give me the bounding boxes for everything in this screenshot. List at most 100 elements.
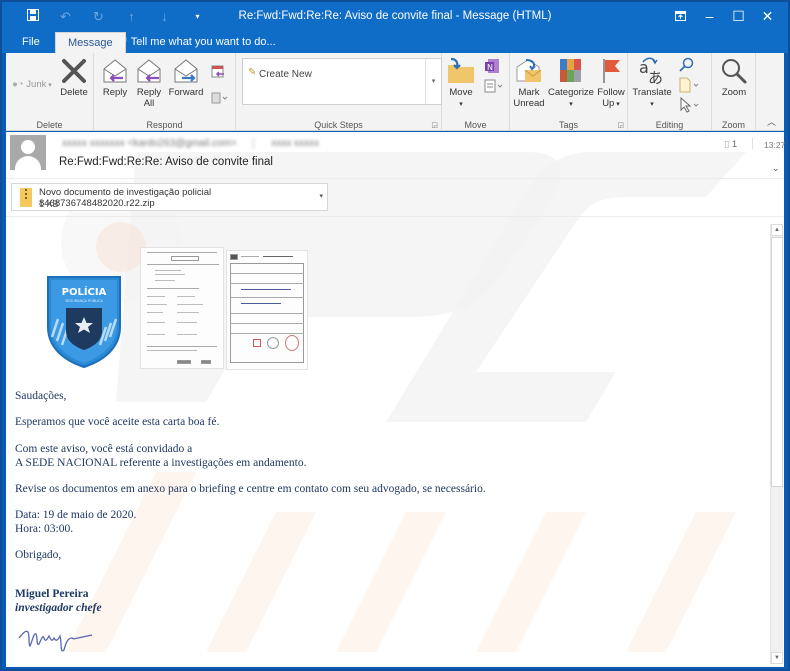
header-divider <box>6 178 784 179</box>
reply-button[interactable]: Reply <box>100 57 130 98</box>
paragraph-2-line-2: A SEDE NACIONAL referente a investigaçõe… <box>15 457 307 469</box>
collapse-ribbon-icon[interactable]: ︿ <box>767 115 776 128</box>
paperclip-icon: ▯ <box>724 139 730 150</box>
select-icon[interactable] <box>678 77 700 93</box>
forward-icon <box>174 59 198 83</box>
message-time: 13:27 <box>764 140 786 150</box>
attachment-count: ▯ 1 <box>724 139 738 150</box>
meeting-reply-icon[interactable] <box>211 65 225 79</box>
sender-line[interactable]: xxxxx xxxxxxx <kardo263@gmail.com> xxxx … <box>62 138 319 149</box>
junk-button[interactable]: ●◔ Junk ▾ <box>10 79 54 91</box>
reply-icon <box>103 59 127 83</box>
group-label-respond: Respond <box>146 120 183 130</box>
move-button[interactable]: Move ▾ <box>444 57 478 110</box>
cursor-icon[interactable] <box>678 97 700 113</box>
sender-email: <kardo263@gmail.com> <box>127 138 237 150</box>
attachment-menu-icon[interactable]: ▾ <box>319 192 323 200</box>
ribbon-display-options-icon[interactable] <box>666 6 695 26</box>
sender-name: xxxxx xxxxxxx <box>62 138 125 150</box>
mark-unread-button[interactable]: Mark Unread <box>512 57 546 109</box>
scroll-up-arrow-icon[interactable]: ▲ <box>771 224 783 236</box>
document-thumbnail-1 <box>140 247 224 369</box>
follow-up-button[interactable]: Follow Up ▾ <box>596 57 626 110</box>
quick-steps-gallery[interactable]: ✎ Create New ▾ <box>242 58 442 105</box>
paragraph-3: Revise os documentos em anexo para o bri… <box>15 483 486 495</box>
expand-header-icon[interactable]: ⌄ <box>772 163 780 174</box>
onenote-icon[interactable]: N <box>484 58 500 74</box>
police-badge-logo: POLÍCIA SEGURANÇA PÚBLICA <box>47 276 121 369</box>
document-thumbnail-2 <box>226 250 308 370</box>
zip-file-icon <box>20 188 32 207</box>
group-label-zoom: Zoom <box>721 120 745 130</box>
tags-launcher-icon[interactable]: ◲ <box>617 121 624 129</box>
junk-icon: ●◔ <box>12 79 24 90</box>
group-tags: Mark Unread Categorize ▾ Follow Up ▾ Tags… <box>510 53 628 131</box>
find-icon[interactable] <box>678 57 694 73</box>
signature-title: investigador chefe <box>15 602 102 614</box>
message-body: POLÍCIA SEGURANÇA PÚBLICA Saudações, Esp… <box>6 220 768 667</box>
avatar-head-icon <box>21 140 35 154</box>
forward-button[interactable]: Forward <box>168 57 204 98</box>
group-editing: aあ Translate ▾ Editing <box>628 53 712 131</box>
create-new-icon: ✎ <box>248 67 257 78</box>
categorize-icon <box>560 59 581 82</box>
more-respond-icon[interactable] <box>211 91 229 105</box>
translate-button[interactable]: aあ Translate ▾ <box>630 57 674 110</box>
tab-file[interactable]: File <box>10 32 52 53</box>
move-folder-icon <box>448 57 474 83</box>
group-delete: ●◔ Junk ▾ Delete Delete <box>6 53 94 131</box>
vertical-scrollbar[interactable]: ▲ ▼ <box>770 224 783 664</box>
svg-text:あ: あ <box>648 69 663 85</box>
svg-text:N: N <box>487 63 493 72</box>
handwritten-signature <box>18 630 93 652</box>
window-controls: – ☐ ✕ <box>666 6 782 26</box>
minimize-icon[interactable]: – <box>695 6 724 26</box>
reply-all-button[interactable]: Reply All <box>134 57 164 109</box>
scroll-down-arrow-icon[interactable]: ▼ <box>771 652 783 664</box>
logo-text: POLÍCIA <box>62 285 107 298</box>
quick-step-create-new[interactable]: Create New <box>259 69 312 80</box>
group-respond: Reply Reply All Forward Respond <box>94 53 236 131</box>
delete-button[interactable]: Delete <box>56 57 92 98</box>
categorize-button[interactable]: Categorize ▾ <box>548 57 594 110</box>
attachment-item[interactable]: Novo documento de investigação policial … <box>11 183 328 211</box>
sender-avatar <box>10 135 46 170</box>
mark-unread-icon <box>516 59 542 82</box>
quick-steps-launcher-icon[interactable]: ◲ <box>431 121 438 129</box>
delete-x-icon <box>62 59 86 83</box>
maximize-icon[interactable]: ☐ <box>724 6 753 26</box>
recipient: xxxx xxxxx <box>271 138 320 150</box>
greeting: Saudações, <box>15 390 67 402</box>
reply-all-icon <box>137 59 161 83</box>
closing: Obrigado, <box>15 549 62 561</box>
tell-me-placeholder: Tell me what you want to do... <box>130 36 276 48</box>
group-label-editing: Editing <box>655 120 684 130</box>
zoom-button[interactable]: Zoom <box>716 57 752 98</box>
tell-me-search[interactable]: ♡ Tell me what you want to do... <box>112 32 288 53</box>
outlook-message-window: ↶ ↻ ↑ ↓ ▾ Re:Fwd:Fwd:Re:Re: Aviso de con… <box>0 0 790 671</box>
group-label-move: Move <box>464 120 487 130</box>
scrollbar-thumb[interactable] <box>771 237 783 487</box>
flag-icon <box>603 59 620 83</box>
signature-name: Miguel Pereira <box>15 588 89 600</box>
meeting-hour: Hora: 03:00. <box>15 523 74 535</box>
group-label-tags: Tags <box>558 120 578 130</box>
sender-separator <box>253 138 255 149</box>
group-label-quick-steps: Quick Steps <box>314 120 363 130</box>
actions-icon[interactable] <box>484 79 504 93</box>
lightbulb-icon: ♡ <box>118 36 128 48</box>
close-icon[interactable]: ✕ <box>753 6 782 26</box>
ribbon-tabs: File Message ♡ Tell me what you want to … <box>2 32 788 53</box>
zoom-magnifier-icon <box>722 59 747 84</box>
avatar-body-icon <box>15 156 41 170</box>
message-subject: Re:Fwd:Fwd:Re:Re: Aviso de convite final <box>59 156 273 168</box>
attachment-divider <box>6 216 784 217</box>
group-label-delete: Delete <box>36 120 63 130</box>
quick-steps-more-icon[interactable]: ▾ <box>425 59 441 104</box>
meeting-date: Data: 19 de maio de 2020. <box>15 509 137 521</box>
attachment-size: 1 KB <box>39 199 59 209</box>
group-zoom: Zoom Zoom <box>712 53 756 131</box>
group-quick-steps: ✎ Create New ▾ Quick Steps ◲ <box>236 53 442 131</box>
reading-pane: xxxxx xxxxxxx <kardo263@gmail.com> xxxx … <box>6 132 786 667</box>
header-separator <box>752 138 753 149</box>
